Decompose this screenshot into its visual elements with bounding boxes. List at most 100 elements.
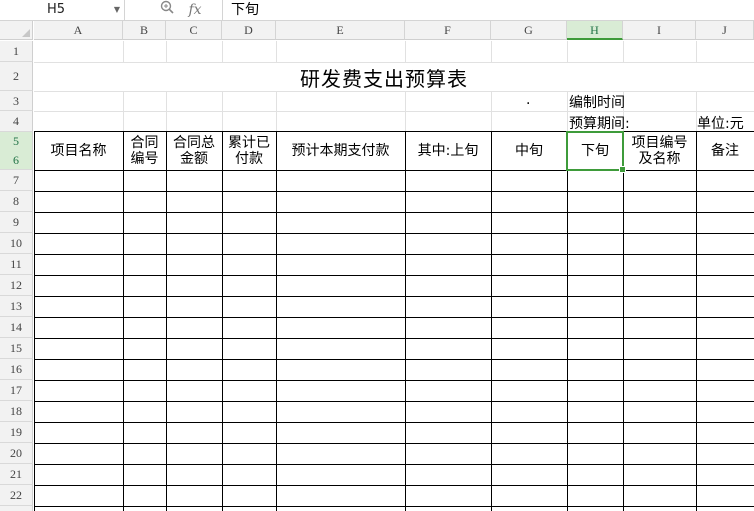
- header-paid-line1: 累计已: [228, 135, 270, 151]
- formula-input[interactable]: 下旬: [222, 0, 754, 20]
- table-border: [34, 464, 754, 465]
- row-number: 6: [13, 153, 19, 167]
- row-number: 10: [10, 236, 22, 250]
- header-paid-line2: 付款: [235, 151, 263, 167]
- header-expected-pay-text: 预计本期支付款: [291, 143, 390, 159]
- table-border: [34, 254, 754, 255]
- row-header-3[interactable]: 3: [0, 91, 33, 111]
- gridline: [123, 91, 124, 132]
- table-border: [34, 506, 754, 507]
- row-header-4[interactable]: 4: [0, 111, 33, 132]
- table-border: [34, 170, 754, 171]
- row-header-14[interactable]: 14: [0, 317, 33, 338]
- dot-mark: .: [526, 92, 531, 108]
- gridline: [276, 41, 277, 62]
- table-border: [34, 191, 754, 192]
- row-header-21[interactable]: 21: [0, 464, 33, 485]
- column-header-h[interactable]: H: [567, 21, 623, 40]
- row-header-5-6[interactable]: 56: [0, 132, 33, 170]
- table-border: [34, 359, 754, 360]
- column-header-e[interactable]: E: [276, 21, 405, 40]
- header-project-code: 项目编号 及名称: [623, 132, 696, 170]
- table-border: [567, 131, 568, 511]
- row-number: 5: [13, 134, 19, 148]
- row-header-10[interactable]: 10: [0, 233, 33, 254]
- table-border: [34, 131, 35, 511]
- row-header-23[interactable]: 23: [0, 506, 33, 511]
- table-border: [34, 422, 754, 423]
- column-header-b[interactable]: B: [123, 21, 166, 40]
- name-box[interactable]: H5 ▼: [0, 0, 125, 20]
- table-border: [123, 131, 124, 511]
- row-number: 9: [13, 215, 19, 229]
- column-header-i[interactable]: I: [623, 21, 696, 40]
- table-border: [34, 212, 754, 213]
- gridline: [405, 41, 406, 62]
- row-number: 12: [10, 278, 22, 292]
- gridline: [123, 41, 124, 62]
- row-header-11[interactable]: 11: [0, 254, 33, 275]
- row-number: 14: [10, 320, 22, 334]
- table-border: [34, 275, 754, 276]
- header-contract-total: 合同总 金额: [166, 132, 222, 170]
- row-header-12[interactable]: 12: [0, 275, 33, 296]
- row-number: 20: [10, 446, 22, 460]
- chevron-down-icon[interactable]: ▼: [114, 0, 120, 20]
- sheet-title: 研发费支出预算表: [300, 67, 468, 91]
- unit-label: 单位:元: [697, 116, 744, 132]
- column-header-g[interactable]: G: [491, 21, 567, 40]
- row-header-9[interactable]: 9: [0, 212, 33, 233]
- header-expected-pay: 预计本期支付款: [276, 132, 405, 170]
- table-border: [166, 131, 167, 511]
- row-header-2[interactable]: 2: [0, 62, 33, 91]
- row-number: 13: [10, 299, 22, 313]
- gridline: [222, 41, 223, 62]
- fx-function-icon[interactable]: fx: [188, 0, 201, 20]
- row-header-18[interactable]: 18: [0, 401, 33, 422]
- column-header-f[interactable]: F: [405, 21, 491, 40]
- formula-bar: H5 ▼ fx 下旬: [0, 0, 754, 21]
- header-mid-period: 中旬: [491, 132, 567, 170]
- column-header-d[interactable]: D: [222, 21, 276, 40]
- gridline: [567, 91, 568, 132]
- magnifier-icon[interactable]: [160, 0, 174, 21]
- budget-period-label: 预算期间:: [569, 116, 630, 132]
- row-number: 2: [13, 69, 19, 83]
- header-project-code-line1: 项目编号: [631, 135, 688, 151]
- row-number: 7: [13, 173, 19, 187]
- select-all-corner[interactable]: [0, 21, 33, 40]
- gridline: [166, 41, 167, 62]
- column-header-j[interactable]: J: [696, 21, 754, 40]
- row-number: 22: [10, 488, 22, 502]
- gridline: [34, 111, 754, 112]
- row-header-1[interactable]: 1: [0, 41, 33, 62]
- header-remark-text: 备注: [711, 143, 739, 159]
- row-header-17[interactable]: 17: [0, 380, 33, 401]
- header-paid: 累计已 付款: [222, 132, 276, 170]
- row-header-20[interactable]: 20: [0, 443, 33, 464]
- table-border: [34, 443, 754, 444]
- column-header-a[interactable]: A: [34, 21, 123, 40]
- name-box-value[interactable]: H5: [47, 2, 65, 17]
- table-border: [276, 131, 277, 511]
- gridline: [222, 91, 223, 132]
- row-number: 3: [13, 94, 19, 108]
- row-number: 18: [10, 404, 22, 418]
- table-border: [34, 233, 754, 234]
- column-header-c[interactable]: C: [166, 21, 222, 40]
- row-header-16[interactable]: 16: [0, 359, 33, 380]
- row-header-7[interactable]: 7: [0, 170, 33, 191]
- row-number: 23: [0, 506, 32, 511]
- row-header-8[interactable]: 8: [0, 191, 33, 212]
- selected-cell-h5[interactable]: [566, 131, 626, 173]
- header-contract-total-line2: 金额: [180, 151, 208, 167]
- header-mid-period-text: 中旬: [515, 143, 543, 159]
- table-border: [405, 131, 406, 511]
- row-header-19[interactable]: 19: [0, 422, 33, 443]
- row-header-13[interactable]: 13: [0, 296, 33, 317]
- row-number: 4: [13, 114, 19, 128]
- table-border: [34, 338, 754, 339]
- row-header-22[interactable]: 22: [0, 485, 33, 506]
- table-border: [491, 131, 492, 511]
- row-header-15[interactable]: 15: [0, 338, 33, 359]
